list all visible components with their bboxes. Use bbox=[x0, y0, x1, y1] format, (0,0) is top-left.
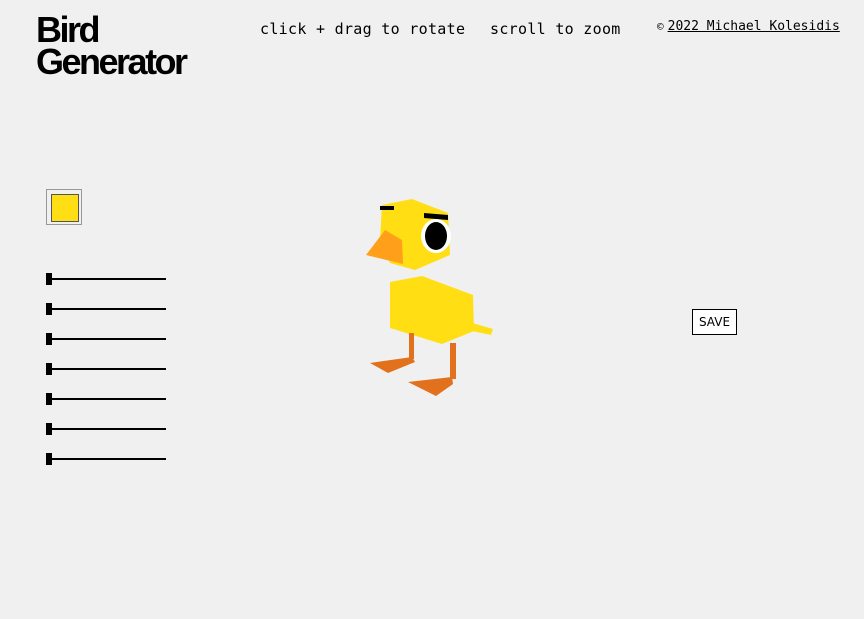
title-line-2: Generator bbox=[36, 41, 188, 82]
color-picker[interactable] bbox=[46, 189, 82, 225]
author-link[interactable]: 2022 Michael Kolesidis bbox=[668, 19, 840, 34]
bird-body bbox=[390, 276, 474, 344]
slider-track bbox=[46, 458, 166, 460]
slider-1[interactable] bbox=[46, 273, 166, 285]
slider-thumb[interactable] bbox=[46, 423, 52, 435]
slider-track bbox=[46, 278, 166, 280]
bird-tail bbox=[472, 323, 493, 335]
bird-eye bbox=[425, 222, 447, 250]
slider-thumb[interactable] bbox=[46, 273, 52, 285]
save-button[interactable]: SAVE bbox=[692, 309, 737, 335]
slider-thumb[interactable] bbox=[46, 303, 52, 315]
slider-track bbox=[46, 368, 166, 370]
credit: © 2022 Michael Kolesidis bbox=[657, 19, 840, 34]
bird-leg-back bbox=[409, 333, 414, 359]
rotate-hint: click + drag to rotate bbox=[260, 20, 466, 38]
copyright-symbol: © bbox=[657, 20, 664, 33]
slider-track bbox=[46, 308, 166, 310]
slider-6[interactable] bbox=[46, 423, 166, 435]
bird-foot-front bbox=[408, 377, 453, 396]
zoom-hint: scroll to zoom bbox=[490, 20, 621, 38]
slider-5[interactable] bbox=[46, 393, 166, 405]
slider-thumb[interactable] bbox=[46, 393, 52, 405]
slider-thumb[interactable] bbox=[46, 363, 52, 375]
slider-track bbox=[46, 338, 166, 340]
bird-3d-model[interactable] bbox=[360, 195, 500, 405]
bird-brow-left bbox=[380, 206, 394, 210]
slider-3[interactable] bbox=[46, 333, 166, 345]
slider-track bbox=[46, 428, 166, 430]
slider-2[interactable] bbox=[46, 303, 166, 315]
slider-thumb[interactable] bbox=[46, 333, 52, 345]
bird-foot-back bbox=[370, 357, 415, 373]
slider-thumb[interactable] bbox=[46, 453, 52, 465]
app-title: Bird Generator bbox=[36, 12, 188, 82]
slider-4[interactable] bbox=[46, 363, 166, 375]
bird-leg-front bbox=[450, 343, 456, 379]
slider-track bbox=[46, 398, 166, 400]
slider-7[interactable] bbox=[46, 453, 166, 465]
color-swatch bbox=[51, 194, 79, 222]
